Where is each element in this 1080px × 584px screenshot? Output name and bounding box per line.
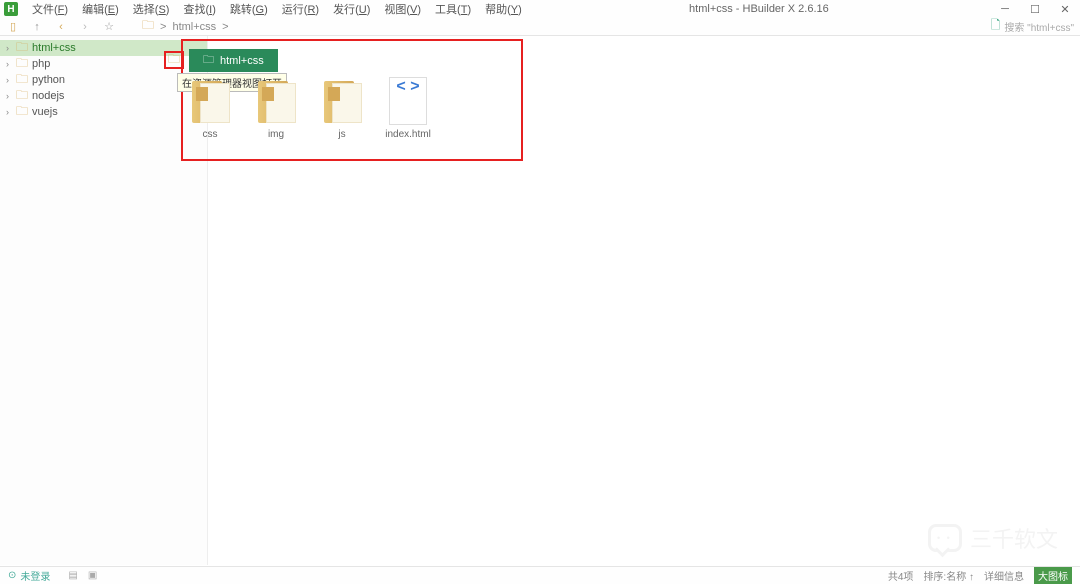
log-icon[interactable]: ▤ xyxy=(68,570,77,581)
menu-file[interactable]: 文件(F) xyxy=(26,0,74,19)
file-index-html[interactable]: < >index.html xyxy=(386,77,430,140)
folder-tab[interactable]: 🗀html+css xyxy=(189,49,278,72)
sidebar-item-vuejs[interactable]: ›🗀vuejs xyxy=(0,104,207,120)
highlight-box: 🗀 🗀html+css 在资源管理器视图打开 css img js < >ind… xyxy=(181,39,523,161)
item-count: 共4项 xyxy=(888,568,914,583)
menu-run[interactable]: 运行(R) xyxy=(276,0,325,19)
window-title: html+css - HBuilder X 2.6.16 xyxy=(528,3,990,15)
login-status[interactable]: ⊙未登录 xyxy=(8,568,50,583)
detail-view-button[interactable]: 详细信息 xyxy=(984,568,1024,583)
search-box[interactable]: 🗋 搜索 "html+css" xyxy=(991,16,1074,37)
folder-js[interactable]: js xyxy=(320,77,364,140)
file-grid: css img js < >index.html xyxy=(188,77,430,140)
menu-view[interactable]: 视图(V) xyxy=(378,0,427,19)
sidebar-item-python[interactable]: ›🗀python xyxy=(0,72,207,88)
folder-icon: 🗀 xyxy=(203,51,214,70)
menu-goto[interactable]: 跳转(G) xyxy=(224,0,274,19)
sort-info[interactable]: 排序:名称 ↑ xyxy=(923,568,974,583)
watermark-text: 三千软文 xyxy=(970,522,1058,554)
search-placeholder: 搜索 "html+css" xyxy=(1004,19,1074,34)
terminal-icon[interactable]: ▣ xyxy=(88,570,97,581)
back-icon[interactable]: ‹ xyxy=(54,20,68,34)
watermark: • • 三千软文 xyxy=(928,522,1058,554)
user-icon: ⊙ xyxy=(8,570,16,581)
breadcrumb-item[interactable]: html+css xyxy=(172,21,216,33)
menu-help[interactable]: 帮助(Y) xyxy=(479,0,528,19)
forward-icon[interactable]: › xyxy=(78,20,92,34)
star-icon[interactable]: ☆ xyxy=(102,20,116,34)
menu-edit[interactable]: 编辑(E) xyxy=(76,0,125,19)
code-icon: < > xyxy=(396,78,419,96)
folder-css[interactable]: css xyxy=(188,77,232,140)
breadcrumb-sep: > xyxy=(160,21,166,33)
content-area: 🗀 🗀html+css 在资源管理器视图打开 css img js < >ind… xyxy=(208,36,1080,565)
open-explorer-button[interactable]: 🗀 xyxy=(164,51,184,69)
big-icon-view-button[interactable]: 大图标 xyxy=(1034,567,1072,584)
menu-tools[interactable]: 工具(T) xyxy=(429,0,477,19)
wechat-icon: • • xyxy=(928,524,962,552)
folder-img[interactable]: img xyxy=(254,77,298,140)
folder-icon: 🗀 xyxy=(168,50,180,71)
app-icon: H xyxy=(4,2,18,16)
sidebar: ›🗀html+css ›🗀php ›🗀python ›🗀nodejs ›🗀vue… xyxy=(0,36,208,565)
menu-publish[interactable]: 发行(U) xyxy=(327,0,376,19)
breadcrumb[interactable]: 🗀 > html+css > xyxy=(142,16,229,37)
toolbar: ▯ ↑ ‹ › ☆ 🗀 > html+css > 🗋 搜索 "html+css" xyxy=(0,18,1080,36)
up-icon[interactable]: ↑ xyxy=(30,20,44,34)
sidebar-item-nodejs[interactable]: ›🗀nodejs xyxy=(0,88,207,104)
menubar: H 文件(F) 编辑(E) 选择(S) 查找(I) 跳转(G) 运行(R) 发行… xyxy=(0,0,528,18)
statusbar: ⊙未登录 ▤ ▣ 共4项 排序:名称 ↑ 详细信息 大图标 xyxy=(0,566,1080,584)
folder-icon: 🗀 xyxy=(142,16,154,37)
breadcrumb-sep: > xyxy=(222,21,228,33)
newtab-icon[interactable]: ▯ xyxy=(6,20,20,34)
search-icon: 🗋 xyxy=(991,16,1001,37)
